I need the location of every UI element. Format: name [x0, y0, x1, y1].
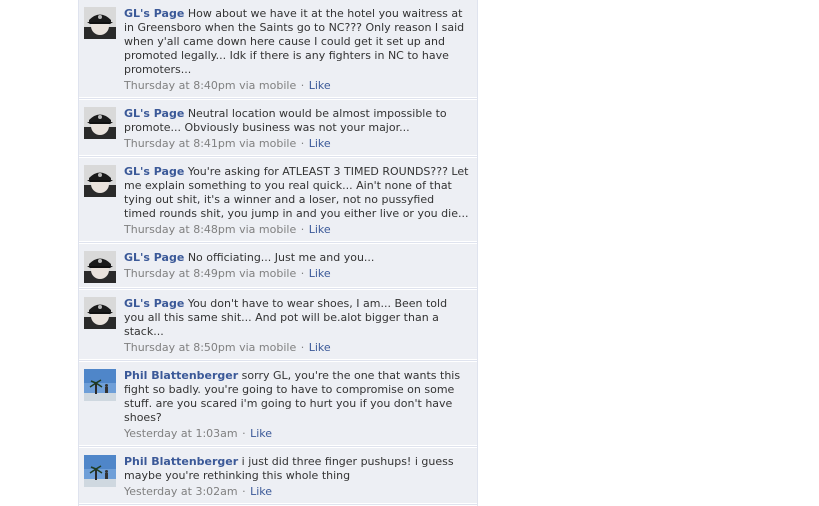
- like-link[interactable]: Like: [309, 267, 331, 280]
- comment-meta: Thursday at 8:48pm via mobile · Like: [124, 223, 469, 237]
- comment-author-link[interactable]: Phil Blattenberger: [124, 455, 238, 468]
- comment-text: No officiating... Just me and you...: [187, 251, 375, 264]
- like-link[interactable]: Like: [309, 223, 331, 236]
- avatar[interactable]: [84, 107, 116, 139]
- comment-item: Phil Blattenberger i just did three fing…: [79, 448, 477, 504]
- comment-source: via mobile: [239, 341, 297, 354]
- comment-item: GL's Page You're asking for ATLEAST 3 TI…: [79, 158, 477, 242]
- comment-author-link[interactable]: GL's Page: [124, 165, 184, 178]
- separator-dot: ·: [238, 427, 250, 440]
- comment-author-link[interactable]: GL's Page: [124, 297, 184, 310]
- comment-source: via mobile: [239, 267, 297, 280]
- comment-item: GL's Page How about we have it at the ho…: [79, 0, 477, 98]
- comment-meta: Thursday at 8:40pm via mobile · Like: [124, 79, 469, 93]
- comment-item: GL's Page No officiating... Just me and …: [79, 244, 477, 288]
- avatar[interactable]: [84, 165, 116, 197]
- avatar[interactable]: [84, 7, 116, 39]
- separator-dot: ·: [238, 485, 250, 498]
- like-link[interactable]: Like: [250, 427, 272, 440]
- comment-list: GL's Page How about we have it at the ho…: [78, 0, 478, 506]
- like-link[interactable]: Like: [309, 137, 331, 150]
- separator-dot: ·: [297, 223, 308, 236]
- avatar[interactable]: [84, 369, 116, 401]
- separator-dot: ·: [297, 341, 308, 354]
- comment-meta: Yesterday at 3:02am · Like: [124, 485, 469, 499]
- separator-dot: ·: [297, 267, 308, 280]
- comment-timestamp: Thursday at 8:48pm: [124, 223, 236, 236]
- like-link[interactable]: Like: [309, 341, 331, 354]
- comment-timestamp: Thursday at 8:49pm: [124, 267, 236, 280]
- comment-timestamp: Yesterday at 3:02am: [124, 485, 238, 498]
- comment-item: GL's Page You don't have to wear shoes, …: [79, 290, 477, 360]
- comment-source: via mobile: [239, 79, 297, 92]
- comment-meta: Thursday at 8:50pm via mobile · Like: [124, 341, 469, 355]
- comment-author-link[interactable]: GL's Page: [124, 251, 184, 264]
- like-link[interactable]: Like: [250, 485, 272, 498]
- comment-timestamp: Thursday at 8:41pm: [124, 137, 236, 150]
- avatar[interactable]: [84, 251, 116, 283]
- comment-author-link[interactable]: Phil Blattenberger: [124, 369, 238, 382]
- comment-timestamp: Thursday at 8:40pm: [124, 79, 236, 92]
- comment-meta: Yesterday at 1:03am · Like: [124, 427, 469, 441]
- comment-source: via mobile: [239, 137, 297, 150]
- comment-timestamp: Thursday at 8:50pm: [124, 341, 236, 354]
- separator-dot: ·: [297, 137, 308, 150]
- avatar[interactable]: [84, 297, 116, 329]
- comment-source: via mobile: [239, 223, 297, 236]
- comment-timestamp: Yesterday at 1:03am: [124, 427, 238, 440]
- comment-author-link[interactable]: GL's Page: [124, 7, 184, 20]
- comment-item: Phil Blattenberger sorry GL, you're the …: [79, 362, 477, 446]
- separator-dot: ·: [297, 79, 308, 92]
- comment-meta: Thursday at 8:49pm via mobile · Like: [124, 267, 469, 281]
- comment-meta: Thursday at 8:41pm via mobile · Like: [124, 137, 469, 151]
- comment-item: GL's Page Neutral location would be almo…: [79, 100, 477, 156]
- comment-author-link[interactable]: GL's Page: [124, 107, 184, 120]
- like-link[interactable]: Like: [309, 79, 331, 92]
